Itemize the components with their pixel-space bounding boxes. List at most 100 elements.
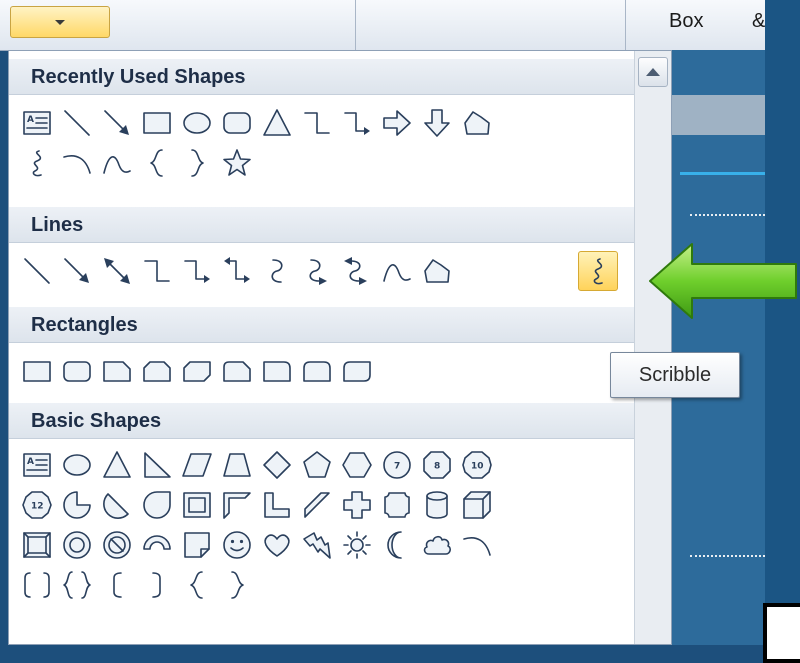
rect-snip-same-side[interactable] (137, 351, 177, 391)
basic-hexagon[interactable] (337, 445, 377, 485)
half-frame-icon (223, 492, 251, 519)
triangle-icon (103, 451, 131, 478)
rect-round-diagonal[interactable] (337, 351, 377, 391)
shape-down-arrow[interactable] (417, 103, 457, 143)
basic-double-bracket[interactable] (17, 565, 57, 605)
basic-block-arc[interactable] (137, 525, 177, 565)
basic-text-box[interactable]: A (17, 445, 57, 485)
no-symbol-icon (103, 531, 131, 559)
rect-round-same-side[interactable] (297, 351, 337, 391)
basic-left-bracket[interactable] (97, 565, 137, 605)
line-double-arrow[interactable] (97, 251, 137, 291)
line-curved-double-arrow-connector[interactable] (337, 251, 377, 291)
svg-text:8: 8 (434, 462, 440, 472)
shape-right-arrow[interactable] (377, 103, 417, 143)
basic-cube[interactable] (457, 485, 497, 525)
basic-right-brace[interactable] (217, 565, 257, 605)
rect-rectangle[interactable] (17, 351, 57, 391)
basic-pentagon[interactable] (297, 445, 337, 485)
basic-parallelogram[interactable] (177, 445, 217, 485)
basic-left-brace[interactable] (177, 565, 217, 605)
basic-folded-corner[interactable] (177, 525, 217, 565)
basic-decagon[interactable]: 10 (457, 445, 497, 485)
rect-rounded[interactable] (57, 351, 97, 391)
rect-snip-single-corner[interactable] (97, 351, 137, 391)
ribbon-text-box-label[interactable]: Box (669, 10, 703, 33)
rect-snip-round-corner[interactable] (217, 351, 257, 391)
basic-no-symbol[interactable] (97, 525, 137, 565)
basic-sun[interactable] (337, 525, 377, 565)
basic-l-shape[interactable] (257, 485, 297, 525)
basic-oval[interactable] (57, 445, 97, 485)
basic-isosceles-triangle[interactable] (97, 445, 137, 485)
basic-can[interactable] (417, 485, 457, 525)
shape-elbow-arrow-connector[interactable] (337, 103, 377, 143)
basic-octagon[interactable]: 8 (417, 445, 457, 485)
basic-plaque[interactable] (377, 485, 417, 525)
l-shape-icon (264, 492, 290, 518)
rect-snip-diagonal[interactable] (177, 351, 217, 391)
shape-rectangle[interactable] (137, 103, 177, 143)
quick-access-dropdown[interactable] (10, 6, 110, 38)
basic-heart[interactable] (257, 525, 297, 565)
star-icon (223, 149, 251, 176)
shape-line[interactable] (57, 103, 97, 143)
line-elbow-double-arrow-connector[interactable] (217, 251, 257, 291)
basic-half-frame[interactable] (217, 485, 257, 525)
line-curved-arrow-connector[interactable] (297, 251, 337, 291)
freeform-icon (424, 259, 450, 283)
basic-donut[interactable] (57, 525, 97, 565)
line-elbow-arrow-connector[interactable] (177, 251, 217, 291)
shape-scribble[interactable] (17, 143, 57, 183)
rect-round-single-corner[interactable] (257, 351, 297, 391)
line-arrow[interactable] (57, 251, 97, 291)
basic-pie[interactable] (57, 485, 97, 525)
curve-icon (383, 264, 411, 282)
line-scribble[interactable] (578, 251, 618, 291)
line-straight[interactable] (17, 251, 57, 291)
line-freeform[interactable] (417, 251, 457, 291)
basic-diagonal-stripe[interactable] (297, 485, 337, 525)
basic-frame[interactable] (177, 485, 217, 525)
basic-chord[interactable] (97, 485, 137, 525)
shape-oval[interactable] (177, 103, 217, 143)
shape-arc[interactable] (57, 143, 97, 183)
svg-text:A: A (27, 457, 34, 467)
shape-star[interactable] (217, 143, 257, 183)
line-elbow-connector[interactable] (137, 251, 177, 291)
shape-right-brace[interactable] (177, 143, 217, 183)
basic-double-brace[interactable] (57, 565, 97, 605)
basic-lightning-bolt[interactable] (297, 525, 337, 565)
scroll-up-button[interactable] (638, 57, 668, 87)
shape-left-brace[interactable] (137, 143, 177, 183)
shape-curve[interactable] (97, 143, 137, 183)
basic-cloud[interactable] (417, 525, 457, 565)
basic-smiley-face[interactable] (217, 525, 257, 565)
shape-triangle[interactable] (257, 103, 297, 143)
shape-text-box[interactable]: A (17, 103, 57, 143)
basic-bevel[interactable] (17, 525, 57, 565)
shape-rounded-rectangle[interactable] (217, 103, 257, 143)
basic-right-triangle[interactable] (137, 445, 177, 485)
moon-icon (387, 531, 402, 559)
shape-arrow[interactable] (97, 103, 137, 143)
placeholder-box (763, 603, 800, 663)
snip-single-corner-rectangle-icon (103, 361, 131, 382)
right-brace-icon (191, 149, 204, 177)
line-curved-connector[interactable] (257, 251, 297, 291)
line-curve[interactable] (377, 251, 417, 291)
ribbon-divider (625, 0, 626, 50)
basic-heptagon[interactable]: 7 (377, 445, 417, 485)
basic-moon[interactable] (377, 525, 417, 565)
basic-right-bracket[interactable] (137, 565, 177, 605)
round-same-side-rectangle-icon (303, 361, 331, 382)
basic-teardrop[interactable] (137, 485, 177, 525)
basic-dodecagon[interactable]: 12 (17, 485, 57, 525)
shape-freeform[interactable] (457, 103, 497, 143)
basic-diamond[interactable] (257, 445, 297, 485)
shape-elbow-connector[interactable] (297, 103, 337, 143)
basic-cross[interactable] (337, 485, 377, 525)
basic-trapezoid[interactable] (217, 445, 257, 485)
gallery-scrollbar[interactable] (634, 51, 671, 644)
basic-arc[interactable] (457, 525, 497, 565)
